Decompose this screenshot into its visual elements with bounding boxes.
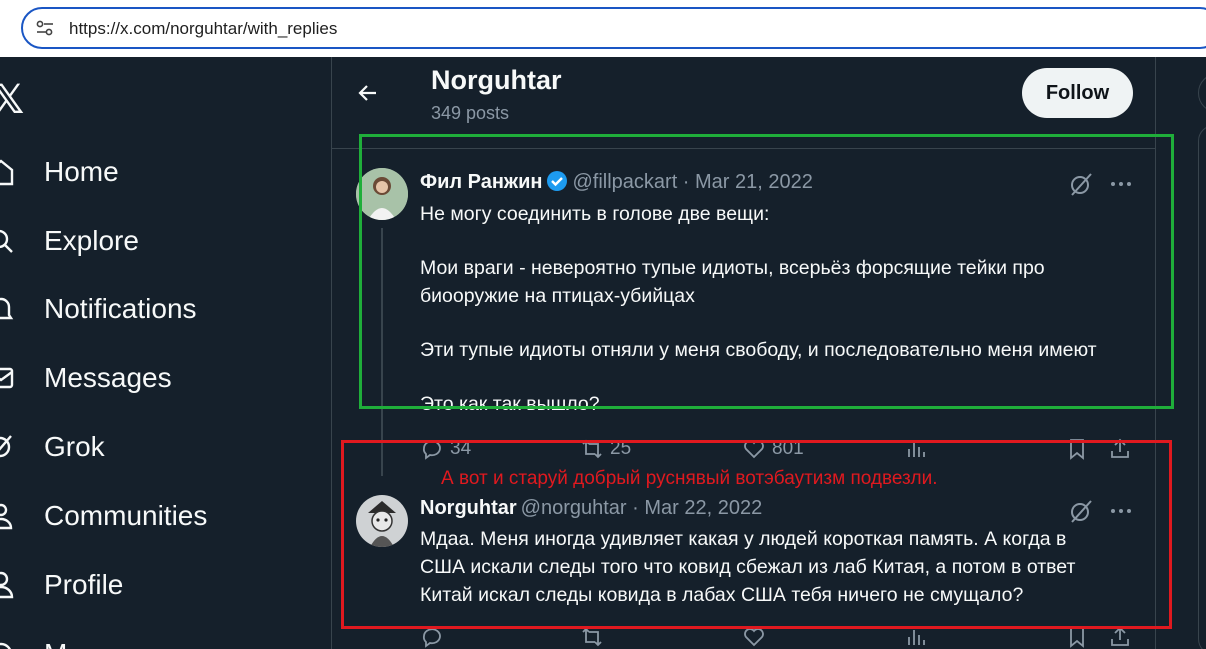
more-icon <box>0 642 12 649</box>
nav-grok-label: Grok <box>44 431 105 462</box>
nav-notifications-label: Notifications <box>44 293 197 324</box>
search-icon <box>0 229 13 253</box>
left-sidebar: 𝕏 Home Explore Notifications Messages Gr… <box>0 57 332 649</box>
annotation-green-box <box>359 134 1174 409</box>
nav-more-label: M <box>44 638 67 649</box>
nav-profile-label: Profile <box>44 569 124 600</box>
person-icon <box>0 571 14 599</box>
url-text[interactable]: https://x.com/norguhtar/with_replies <box>69 19 337 39</box>
x-logo[interactable]: 𝕏 <box>0 77 24 123</box>
nav-messages-label: Messages <box>44 362 172 393</box>
home-icon <box>0 159 14 186</box>
right-sidebar <box>1176 57 1206 649</box>
search-circle[interactable] <box>1198 73 1206 113</box>
annotation-text: А вот и старуй добрый руснявый вотэбаути… <box>441 468 938 489</box>
site-settings-icon[interactable] <box>36 20 54 36</box>
post-count: 349 posts <box>431 103 510 123</box>
sidebar-panel <box>1198 125 1206 649</box>
grok-icon <box>0 435 12 458</box>
follow-button[interactable]: Follow <box>1022 68 1133 118</box>
nav-explore-label: Explore <box>44 225 139 256</box>
bell-icon <box>0 297 14 320</box>
nav-home-label: Home <box>44 156 119 187</box>
envelope-icon <box>0 367 14 389</box>
nav-communities-label: Communities <box>44 500 208 531</box>
profile-name: Norguhtar <box>431 65 562 95</box>
browser-bar: https://x.com/norguhtar/with_replies <box>0 0 1206 57</box>
address-bar[interactable]: https://x.com/norguhtar/with_replies <box>21 7 1206 49</box>
communities-icon <box>0 503 13 530</box>
back-arrow-icon[interactable] <box>356 81 380 105</box>
